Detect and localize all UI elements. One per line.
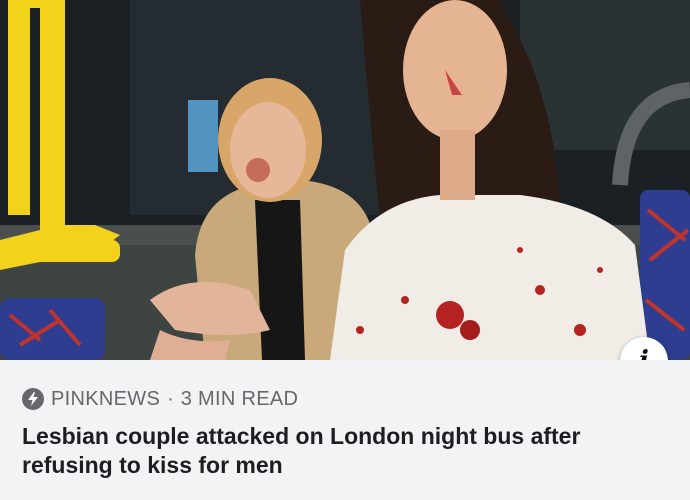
source-name: PINKNEWS [51, 387, 161, 410]
link-caption[interactable]: PINKNEWS · 3 MIN READ Lesbian couple att… [0, 360, 690, 500]
photo-illustration [0, 0, 690, 360]
read-time: 3 MIN READ [180, 387, 299, 410]
lightning-bolt-icon [22, 388, 44, 410]
meta-separator: · [167, 387, 174, 410]
article-headline[interactable]: Lesbian couple attacked on London night … [22, 422, 672, 480]
source-row: PINKNEWS · 3 MIN READ [22, 386, 668, 412]
article-photo[interactable]: i [0, 0, 690, 360]
link-preview-card[interactable]: i PINKNEWS · 3 MIN READ Lesbian couple a… [0, 0, 690, 500]
info-icon: i [639, 348, 649, 360]
